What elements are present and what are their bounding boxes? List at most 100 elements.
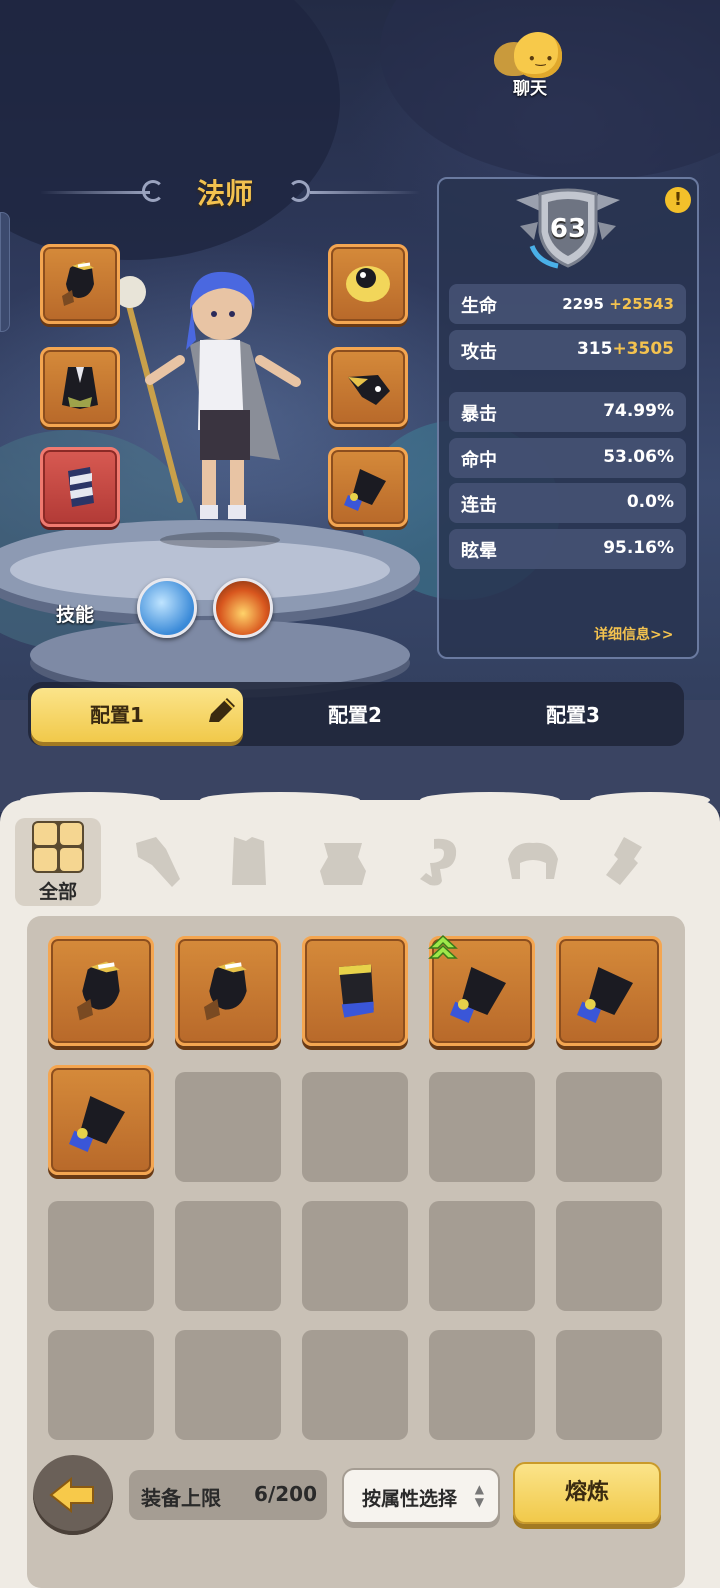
chat-label: 聊天 [513,79,547,99]
headband-category-icon [508,842,558,879]
empty-item-slot [556,1330,662,1440]
inventory-item-bracer[interactable] [302,936,408,1046]
inventory-item-helmet[interactable] [175,936,281,1046]
equip-slot-orb[interactable] [328,244,408,324]
empty-item-slot [302,1072,408,1182]
filter-by-attribute-button[interactable]: 按属性选择 ▲ ▼ [342,1468,500,1524]
equip-slot-helmet[interactable] [40,244,120,324]
equip-slot-bracer[interactable] [40,447,120,527]
helmet-icon [204,961,247,1021]
bracer-icon [339,964,374,1018]
stat-name: 生命 [461,296,497,317]
empty-item-slot [429,1072,535,1182]
chat-button[interactable]: •‿• 聊天 [490,28,570,100]
player-character [120,271,301,548]
panel-edge [20,792,160,808]
empty-item-slot [302,1330,408,1440]
panel-edge [200,792,360,808]
capacity-value: 6/200 [254,1482,317,1506]
stat-row-hit: 命中 53.06% [449,438,686,478]
belt-category-icon [320,843,366,885]
category-bracer[interactable] [584,818,670,906]
category-all-label: 全部 [38,880,77,903]
cape-icon [62,367,98,409]
tab-config-2[interactable]: 配置2 [250,688,460,742]
stat-row-crit: 暴击 74.99% [449,392,686,432]
hook-category-icon [420,838,457,886]
panel-edge [590,792,710,808]
category-belt[interactable] [300,818,386,906]
cave-rock [0,0,340,260]
gauntlet-icon [69,1096,125,1152]
eye-orb-icon [346,266,390,302]
stat-row-combo: 连击 0.0% [449,483,686,523]
empty-item-slot [429,1201,535,1311]
sort-caret-icon: ▲ ▼ [474,1482,484,1509]
fire-burst-skill-icon[interactable] [213,578,273,638]
weapon-category-icon [136,837,180,887]
stat-row-attack: 攻击 315+3505 [449,330,686,370]
armor-category-icon [232,837,266,885]
ice-crystal-skill-icon[interactable] [137,578,197,638]
stat-value: 53.06% [603,447,674,467]
smelt-button[interactable]: 熔炼 [513,1462,661,1524]
empty-item-slot [175,1330,281,1440]
category-weapon[interactable] [116,818,202,906]
title-divider-left [40,191,150,194]
empty-item-slot [429,1330,535,1440]
stone-platform-lower [30,620,410,690]
tab-config-3[interactable]: 配置3 [466,688,680,742]
stat-name: 眩晕 [461,541,497,562]
stat-name: 连击 [461,495,497,516]
stat-row-stun: 眩晕 95.16% [449,529,686,569]
category-armor[interactable] [206,818,292,906]
empty-item-slot [556,1201,662,1311]
inventory-item-gauntlet[interactable] [556,936,662,1046]
empty-item-slot [48,1201,154,1311]
side-drawer-tab[interactable] [0,212,10,332]
smile-icon: •‿• [528,52,554,66]
stat-value: 0.0% [626,492,674,512]
empty-item-slot [48,1330,154,1440]
stat-name: 命中 [461,450,497,471]
stat-value: 95.16% [603,538,674,558]
stat-name: 攻击 [461,342,497,363]
upgrade-arrow-icon [428,934,458,959]
filter-label: 按属性选择 [362,1488,458,1510]
category-headband[interactable] [490,818,576,906]
inventory-item-gauntlet[interactable] [48,1065,154,1175]
bracer-icon [68,467,94,507]
empty-item-slot [556,1072,662,1182]
empty-item-slot [175,1072,281,1182]
equip-slot-gauntlet[interactable] [328,447,408,527]
helmet-icon [77,961,120,1021]
all-grid-icon [32,820,84,873]
swirl-ornament-icon [288,180,310,202]
panel-edge [420,792,560,808]
edit-pencil-icon[interactable] [203,694,239,730]
equip-slot-cape[interactable] [40,347,120,427]
back-arrow-icon [49,1476,94,1514]
empty-item-slot [175,1201,281,1311]
title-divider-right [310,191,420,194]
category-hook[interactable] [396,818,482,906]
skills-label: 技能 [56,604,95,626]
class-title: 法师 [196,177,253,210]
inventory-item-helmet[interactable] [48,936,154,1046]
stat-value: 315+3505 [576,339,674,359]
gauntlet-icon [344,469,386,511]
detail-info-link[interactable]: 详细信息>> [594,624,673,644]
alert-icon[interactable]: ! [665,187,691,213]
stat-row-hp: 生命 2295 +25543 [449,284,686,324]
equipment-capacity: 装备上限 6/200 [129,1470,327,1520]
category-all[interactable]: 全部 [15,818,101,906]
empty-item-slot [302,1201,408,1311]
crow-mask-icon [348,375,390,405]
stat-value: 74.99% [603,401,674,421]
equip-slot-mask[interactable] [328,347,408,427]
player-level: 63 [549,214,587,244]
helmet-icon [62,262,94,306]
stat-name: 暴击 [461,404,497,425]
back-button[interactable] [33,1455,113,1535]
stat-value: 2295 +25543 [562,295,674,313]
